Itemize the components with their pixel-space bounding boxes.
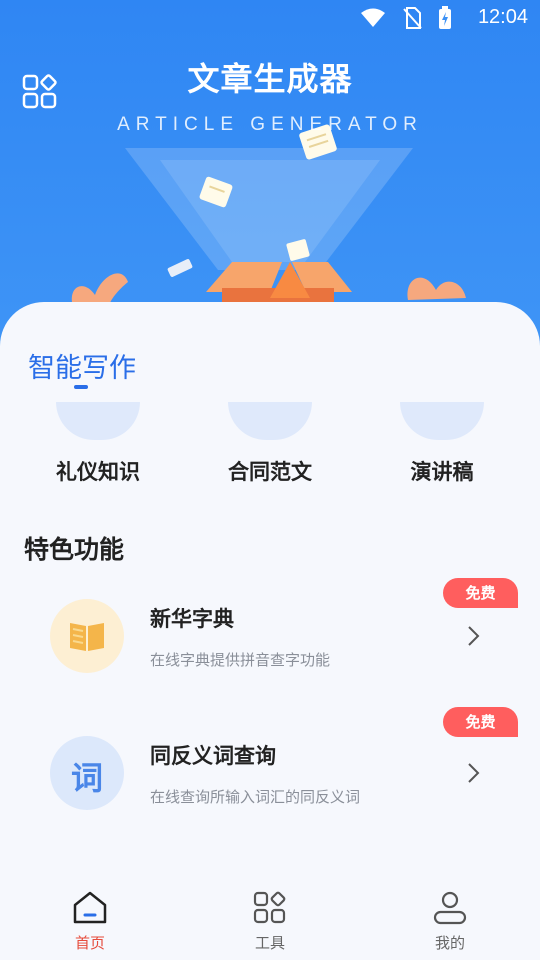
no-sim-icon xyxy=(403,7,422,29)
profile-icon xyxy=(433,891,467,925)
feature-item-synonym[interactable]: 词 同反义词查询 在线查询所输入词汇的同反义词 免费 xyxy=(0,707,540,832)
feature-item-dictionary[interactable]: 新华字典 在线字典提供拼音查字功能 免费 xyxy=(0,575,540,695)
category-label: 演讲稿 xyxy=(410,460,474,484)
chevron-right-icon xyxy=(468,626,480,646)
bottom-tab-bar: 首页 工具 我的 xyxy=(0,880,540,960)
status-time: 12:04 xyxy=(477,6,528,28)
feature-name: 新华字典 xyxy=(150,607,234,631)
tab-label: 我的 xyxy=(434,934,465,952)
book-icon xyxy=(50,599,124,673)
feature-desc: 在线字典提供拼音查字功能 xyxy=(150,651,331,669)
feature-desc: 在线查询所输入词汇的同反义词 xyxy=(150,788,361,806)
category-label: 礼仪知识 xyxy=(56,460,140,484)
features-title: 特色功能 xyxy=(24,535,125,564)
tab-label: 首页 xyxy=(74,934,105,952)
status-bar: 12:04 xyxy=(0,0,540,36)
tab-indicator xyxy=(74,385,88,389)
tab-profile[interactable]: 我的 xyxy=(390,880,510,960)
tools-grid-icon xyxy=(253,891,286,924)
free-badge: 免费 xyxy=(443,578,518,608)
category-label: 合同范文 xyxy=(228,460,312,484)
tab-home[interactable]: 首页 xyxy=(30,880,150,960)
home-icon xyxy=(73,891,107,924)
tab-tools[interactable]: 工具 xyxy=(210,880,330,960)
tab-label: 工具 xyxy=(254,934,285,952)
wifi-icon xyxy=(361,8,385,27)
app-title: 文章生成器 xyxy=(187,60,353,98)
free-badge: 免费 xyxy=(443,707,518,737)
ci-character-icon: 词 xyxy=(50,736,124,810)
battery-charging-icon xyxy=(439,6,451,29)
feature-name: 同反义词查询 xyxy=(150,744,276,768)
smart-writing-title: 智能写作 xyxy=(28,353,136,384)
chevron-right-icon xyxy=(468,763,480,783)
app-subtitle: ARTICLE GENERATOR xyxy=(117,114,423,135)
